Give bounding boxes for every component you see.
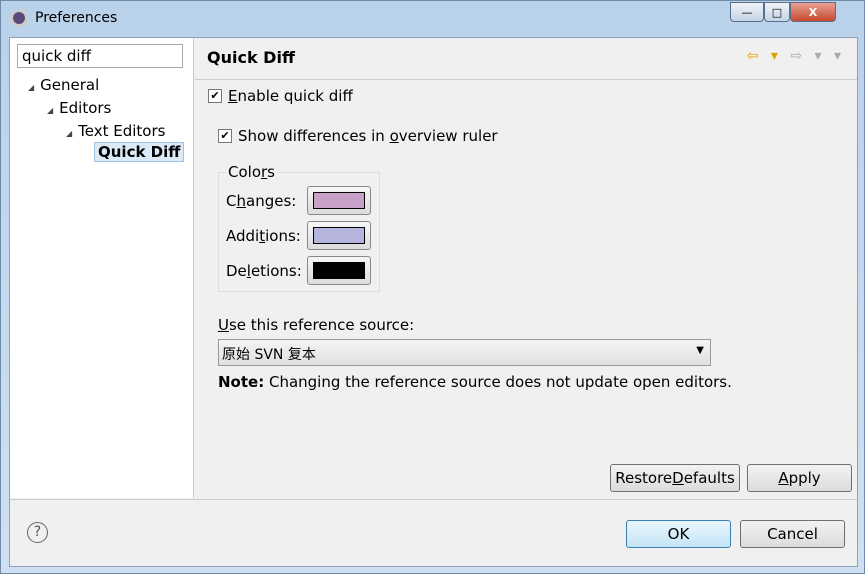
- tree-item-text-editors[interactable]: ◢ Text Editors: [66, 122, 165, 140]
- deletions-label: Deletions:: [226, 262, 302, 280]
- forward-arrow-icon[interactable]: ⇨ ▾ ▾: [790, 48, 845, 64]
- dropdown-arrow-icon: ▼: [696, 345, 704, 356]
- expanded-icon: ◢: [66, 129, 73, 138]
- colors-group-label: Colors: [226, 163, 277, 181]
- show-overview-ruler-checkbox[interactable]: ✔ Show differences in overview ruler: [218, 127, 498, 145]
- preference-tree-panel: ◢ General ◢ Editors ◢ Text Editors Quick Di…: [10, 38, 194, 498]
- checkbox-checked-icon: ✔: [208, 89, 222, 103]
- reference-source-label: Use this reference source:: [218, 316, 415, 334]
- changes-label: Changes:: [226, 192, 297, 210]
- window-title: Preferences: [35, 10, 118, 26]
- preference-page: Quick Diff ⇦ ▾ ⇨ ▾ ▾ ✔ Enable quick diff …: [195, 38, 857, 498]
- deletions-color-button[interactable]: [307, 256, 371, 285]
- apply-button[interactable]: Apply: [747, 464, 852, 492]
- color-swatch: [313, 262, 365, 279]
- page-navigation: ⇦ ▾ ⇨ ▾ ▾: [747, 48, 845, 64]
- reference-source-select[interactable]: 原始 SVN 复本 ▼: [218, 339, 711, 366]
- help-icon[interactable]: ?: [27, 522, 48, 543]
- preferences-window: Preferences — □ X ◢ General ◢ Editors ◢ Tex…: [0, 0, 865, 574]
- color-swatch: [313, 192, 365, 209]
- dialog-button-bar: ? OK Cancel: [10, 499, 857, 566]
- ok-button[interactable]: OK: [626, 520, 731, 548]
- tree-item-general[interactable]: ◢ General: [28, 76, 99, 94]
- eclipse-app-icon: [10, 9, 28, 27]
- restore-defaults-button[interactable]: Restore Defaults: [610, 464, 740, 492]
- checkbox-label: Show differences in overview ruler: [238, 127, 498, 145]
- tree-item-quick-diff[interactable]: Quick Diff: [94, 142, 185, 162]
- color-swatch: [313, 227, 365, 244]
- close-button[interactable]: X: [790, 2, 836, 22]
- tree-label: Editors: [59, 99, 112, 117]
- tree-label: Text Editors: [78, 122, 166, 140]
- back-arrow-icon[interactable]: ⇦ ▾: [747, 48, 782, 64]
- checkbox-checked-icon: ✔: [218, 129, 232, 143]
- expanded-icon: ◢: [28, 83, 35, 92]
- note-text: Note: Changing the reference source does…: [218, 373, 732, 391]
- expanded-icon: ◢: [47, 106, 54, 115]
- filter-input[interactable]: [17, 44, 183, 68]
- selected-value: 原始 SVN 复本: [222, 347, 316, 363]
- minimize-button[interactable]: —: [730, 2, 764, 22]
- additions-label: Additions:: [226, 227, 301, 245]
- maximize-button[interactable]: □: [764, 2, 790, 22]
- additions-color-button[interactable]: [307, 221, 371, 250]
- enable-quick-diff-checkbox[interactable]: ✔ Enable quick diff: [208, 87, 353, 105]
- cancel-button[interactable]: Cancel: [740, 520, 845, 548]
- tree-label: General: [40, 76, 100, 94]
- checkbox-label: Enable quick diff: [228, 87, 353, 105]
- tree-item-editors[interactable]: ◢ Editors: [47, 99, 111, 117]
- changes-color-button[interactable]: [307, 186, 371, 215]
